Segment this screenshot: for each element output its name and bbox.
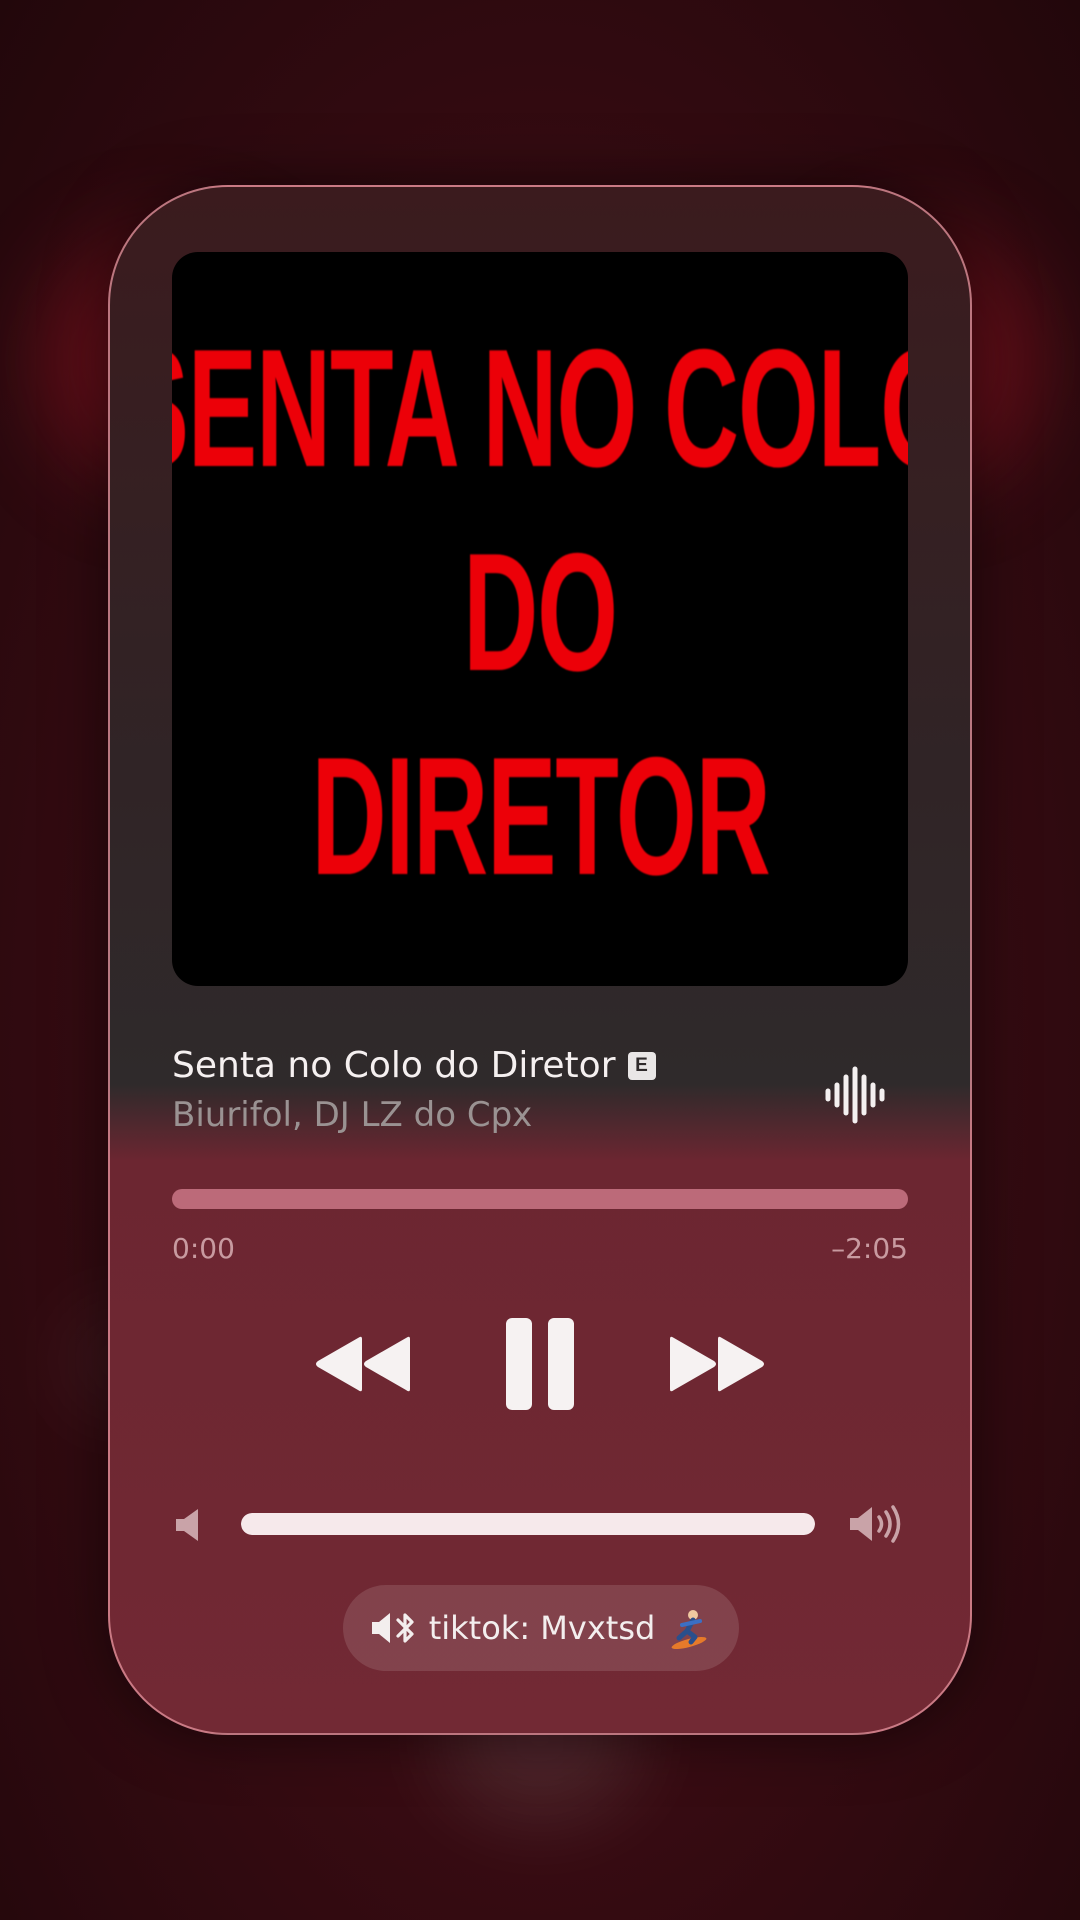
rewind-button[interactable] [312, 1335, 412, 1393]
volume-slider[interactable] [241, 1513, 815, 1535]
artwork-text-line: DIRETOR [310, 722, 770, 910]
artwork-text-line: DO [463, 518, 618, 706]
volume-max-icon [850, 1505, 901, 1543]
pause-icon [506, 1318, 574, 1410]
artwork-text-line: SENTA NO COLO [172, 314, 908, 502]
snowboarder-icon [671, 1610, 707, 1649]
album-artwork[interactable]: SENTA NO COLO DO DIRETOR [172, 252, 908, 986]
volume-slider-fill [241, 1513, 815, 1535]
audio-output-route-button[interactable]: tiktok: Mvxtsd [343, 1585, 739, 1671]
time-remaining: –2:05 [831, 1232, 908, 1265]
fast-forward-icon [670, 1336, 764, 1392]
speaker-bluetooth-icon [371, 1613, 414, 1643]
time-elapsed: 0:00 [172, 1232, 235, 1265]
pause-button[interactable] [502, 1316, 578, 1412]
track-title-text: Senta no Colo do Diretor [172, 1045, 616, 1086]
volume-min-icon [176, 1509, 198, 1541]
waveform-icon[interactable] [822, 1063, 886, 1127]
playback-scrubber[interactable] [172, 1189, 908, 1209]
fast-forward-button[interactable] [668, 1335, 768, 1393]
output-route-label: tiktok: Mvxtsd [428, 1609, 656, 1647]
explicit-badge: E [627, 1051, 656, 1080]
rewind-icon [316, 1336, 410, 1392]
track-title[interactable]: Senta no Colo do Diretor E [172, 1045, 656, 1086]
track-artist[interactable]: Biurifol, DJ LZ do Cpx [172, 1095, 532, 1135]
